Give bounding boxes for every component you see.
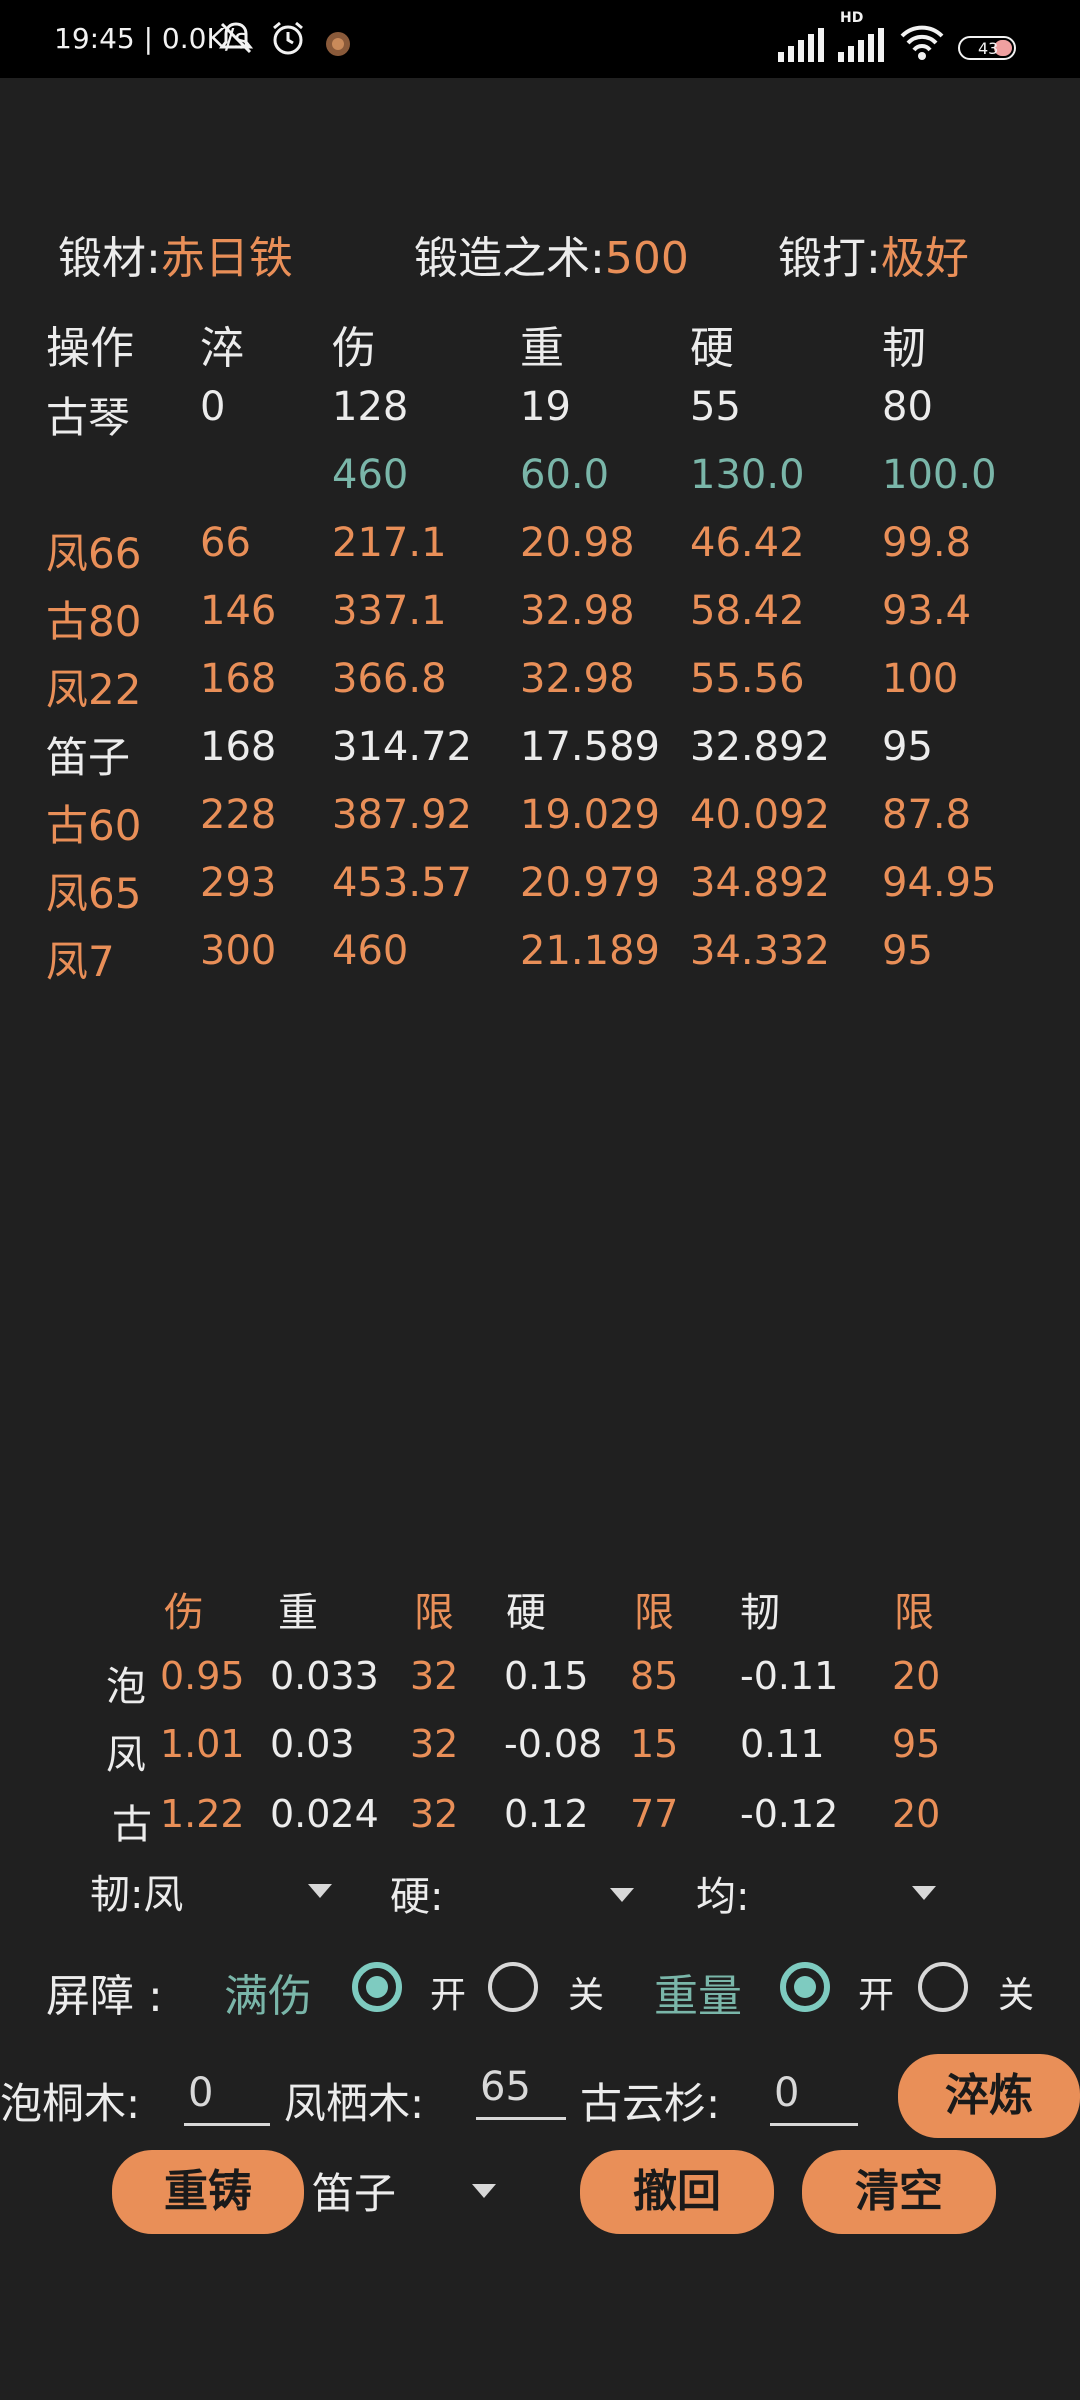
fengqi-label: 凤栖木: [284, 2079, 425, 2128]
coefficient-table: 伤 重 限 硬 限 韧 限泡 0.95 0.033 32 0.15 85 -0.11 20 凤 1.01 0.0… [0, 0, 1080, 1850]
chevron-down-icon [912, 1886, 936, 1900]
chevron-down-icon [610, 1888, 634, 1902]
paotong-input[interactable]: 0 [184, 2070, 270, 2126]
coef-header: 限 [894, 1590, 934, 1636]
coef-cell: 20 [892, 1792, 941, 1836]
ren-select[interactable]: 韧:凤 [90, 1862, 360, 1922]
coef-header: 伤 [164, 1590, 204, 1636]
full-damage-off-radio[interactable] [488, 1962, 538, 2012]
full-damage-off-label: 关 [568, 1975, 605, 2016]
coef-cell: 0.12 [504, 1792, 589, 1836]
weight-off-label: 关 [998, 1975, 1035, 2016]
coef-cell: 32 [410, 1654, 459, 1698]
weight-label: 重量 [654, 1971, 742, 2022]
coef-cell: 0.15 [504, 1654, 589, 1698]
coef-header: 限 [414, 1590, 454, 1636]
coef-cell: 95 [892, 1722, 941, 1766]
coef-header: 韧 [740, 1590, 780, 1636]
clear-button[interactable]: 清空 [802, 2150, 996, 2234]
coef-cell: 32 [410, 1722, 459, 1766]
barrier-label: 屏障 : [46, 1971, 163, 2022]
coef-cell: -0.11 [740, 1654, 839, 1698]
weight-on-label: 开 [858, 1975, 895, 2016]
revoke-button[interactable]: 撤回 [580, 2150, 774, 2234]
coef-cell: -0.12 [740, 1792, 839, 1836]
paotong-label: 泡桐木: [0, 2079, 141, 2128]
weight-on-radio[interactable] [780, 1962, 830, 2012]
coef-cell: 32 [410, 1792, 459, 1836]
recast-button[interactable]: 重铸 [112, 2150, 304, 2234]
chevron-down-icon [308, 1884, 332, 1898]
coef-cell: 1.01 [160, 1722, 245, 1766]
full-damage-on-label: 开 [430, 1975, 467, 2016]
coef-cell: 0.033 [270, 1654, 379, 1698]
coef-header: 限 [634, 1590, 674, 1636]
coef-cell: 1.22 [160, 1792, 245, 1836]
coef-cell: 0.95 [160, 1654, 245, 1698]
full-damage-label: 满伤 [224, 1971, 312, 2022]
coef-cell: 20 [892, 1654, 941, 1698]
weight-off-radio[interactable] [918, 1962, 968, 2012]
guyun-label: 古云杉: [580, 2079, 721, 2128]
coef-cell: -0.08 [504, 1722, 603, 1766]
coef-cell: 85 [630, 1654, 679, 1698]
coef-header: 硬 [506, 1590, 546, 1636]
full-damage-on-radio[interactable] [352, 1962, 402, 2012]
coef-row-name: 凤 [106, 1732, 146, 1778]
ying-select[interactable]: 硬: [390, 1864, 660, 1924]
quench-button[interactable]: 淬炼 [898, 2054, 1080, 2138]
coef-cell: 77 [630, 1792, 679, 1836]
fengqi-input[interactable]: 65 [476, 2064, 566, 2120]
guyun-input[interactable]: 0 [770, 2070, 858, 2126]
coef-header: 重 [278, 1590, 318, 1636]
coef-row-name: 泡 [106, 1664, 146, 1710]
recast-select[interactable]: 笛子 [312, 2160, 512, 2224]
coef-cell: 0.024 [270, 1792, 379, 1836]
coef-cell: 0.11 [740, 1722, 825, 1766]
coef-cell: 0.03 [270, 1722, 355, 1766]
coef-row-name: 古 [112, 1802, 152, 1848]
jun-select[interactable]: 均: [696, 1864, 966, 1924]
chevron-down-icon [472, 2184, 496, 2198]
coef-cell: 15 [630, 1722, 679, 1766]
